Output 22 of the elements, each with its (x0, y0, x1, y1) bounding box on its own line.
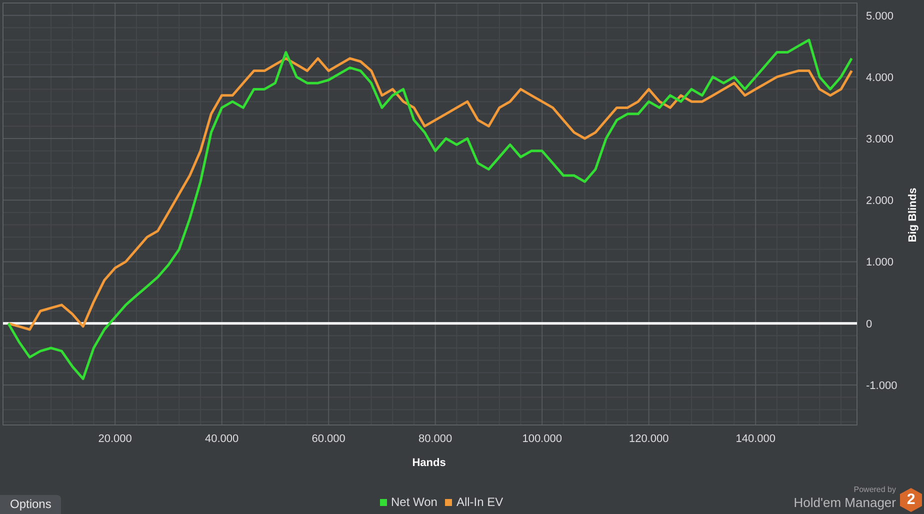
y-tick-label: -1.000 (866, 380, 898, 392)
options-button[interactable]: Options (0, 495, 62, 514)
x-axis-title: Hands (412, 457, 446, 469)
powered-by-text: Powered by (854, 484, 896, 494)
y-tick-label: 4.000 (866, 72, 894, 84)
x-tick-label: 100.000 (522, 433, 562, 445)
product-name: Hold'em Manager (794, 496, 896, 511)
legend-label: All-In EV (456, 494, 504, 511)
y-tick-label: 2.000 (866, 195, 894, 208)
x-tick-label: 140.000 (736, 433, 776, 445)
x-tick-label: 80.000 (418, 433, 452, 445)
y-tick-label: 0 (866, 318, 872, 330)
legend-label: Net Won (391, 494, 438, 511)
x-tick-label: 120.000 (628, 433, 669, 445)
y-tick-label: 5.000 (866, 10, 894, 22)
logo-badge: 2 (900, 488, 922, 512)
y-tick-label: 3.000 (866, 134, 894, 146)
y-tick-label: 1.000 (866, 256, 894, 269)
y-axis-title: Big Blinds (907, 188, 919, 242)
x-tick-label: 60.000 (312, 433, 346, 445)
x-tick-label: 40.000 (205, 433, 239, 445)
x-tick-label: 20.000 (98, 433, 132, 445)
